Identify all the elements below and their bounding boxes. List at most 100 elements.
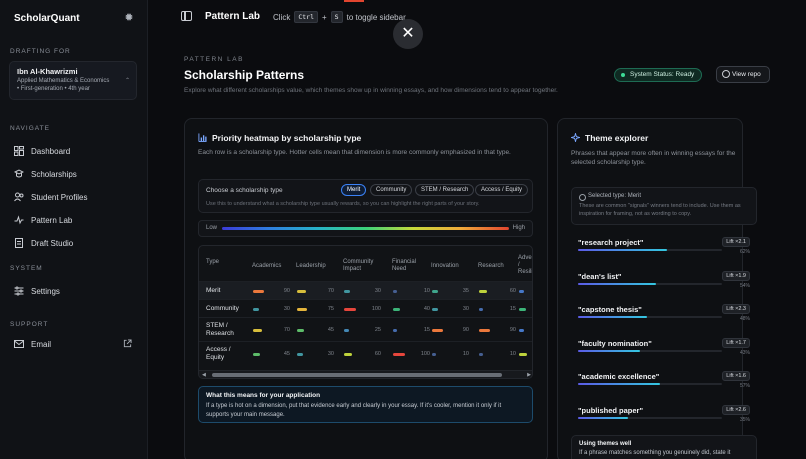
table-row[interactable]: STEM / Research 70 45 25 15 90 90	[199, 317, 532, 341]
nav-dashboard[interactable]: Dashboard	[14, 145, 70, 157]
theme-phrase-item[interactable]: "dean's list" Lift ×1.9 54%	[578, 270, 750, 302]
theme-toggle-icon[interactable]: ✹	[123, 12, 135, 24]
scroll-right-icon[interactable]: ▶	[527, 372, 531, 378]
table-row[interactable]: Access / Equity 45 30 60 100 10 10	[199, 341, 532, 365]
lift-badge: Lift ×2.1	[722, 237, 750, 247]
legend-gradient	[222, 227, 509, 230]
row-label: Community	[206, 305, 239, 312]
nav-scholarships[interactable]: Scholarships	[14, 168, 77, 180]
theme-phrase-item[interactable]: "published paper" Lift ×2.6 35%	[578, 404, 750, 436]
horizontal-scrollbar[interactable]: ◀ ▶	[199, 370, 532, 378]
navigate-heading: NAVIGATE	[10, 125, 50, 132]
heat-cell	[432, 290, 439, 293]
nav-draft-studio-label: Draft Studio	[31, 238, 74, 248]
close-icon[interactable]: ✕	[393, 19, 423, 49]
external-link-icon[interactable]	[123, 339, 132, 348]
selected-type-note: These are common "signals" winners tend …	[579, 203, 741, 217]
phrase-text: "faculty nomination"	[578, 338, 652, 348]
heatmap-title: Priority heatmap by scholarship type	[198, 133, 361, 143]
lift-badge: Lift ×2.3	[722, 304, 750, 314]
theme-phrase-item[interactable]: "academic excellence" Lift ×1.6 57%	[578, 371, 750, 402]
theme-phrase-item[interactable]: "research project" Lift ×2.1 62%	[578, 237, 750, 268]
type-chip-access-equity[interactable]: Access / Equity	[475, 184, 529, 196]
phrase-frequency-track	[578, 416, 722, 419]
table-row[interactable]: Merit 90 70 30 10 35 60	[199, 281, 532, 299]
view-repo-button[interactable]: View repo	[716, 66, 770, 83]
using-themes-box: Using themes well If a phrase matches so…	[571, 435, 757, 459]
phrase-frequency-pct: 54%	[739, 282, 750, 289]
heat-cell-value: 45	[327, 327, 334, 333]
brand-logo[interactable]: ScholarQuant	[14, 13, 80, 24]
hint-key-ctrl: Ctrl	[294, 11, 318, 23]
scroll-thumb[interactable]	[212, 373, 502, 377]
selected-type-label: Selected type: Merit	[579, 193, 749, 201]
phrase-text: "research project"	[578, 238, 644, 247]
top-accent-strip	[344, 0, 364, 2]
topbar-title: Pattern Lab	[205, 11, 261, 22]
heat-cell	[519, 308, 526, 311]
column-header: Academics	[252, 263, 282, 269]
heat-cell	[432, 353, 436, 356]
scroll-left-icon[interactable]: ◀	[202, 372, 206, 378]
phrase-frequency-track	[578, 249, 722, 251]
nav-draft-studio[interactable]: Draft Studio	[14, 237, 73, 249]
page-subtitle: Explore what different scholarships valu…	[184, 87, 558, 94]
phrase-frequency-fill	[578, 282, 656, 285]
heat-legend: Low High	[198, 220, 533, 237]
heat-cell-value: 70	[327, 288, 334, 294]
lift-badge: Lift ×1.6	[722, 371, 750, 381]
phrase-frequency-pct: 48%	[739, 316, 750, 322]
heat-cell	[519, 329, 524, 332]
drafting-heading: DRAFTING FOR	[10, 48, 71, 55]
heat-cell	[297, 290, 307, 293]
heat-cell-value: 30	[283, 306, 290, 312]
phrase-frequency-fill	[578, 316, 648, 318]
hint-suffix: to toggle sidebar	[346, 12, 406, 22]
sidebar-toggle-icon[interactable]	[181, 11, 192, 21]
heat-cell-value: 30	[374, 288, 381, 294]
heat-cell-value: 30	[462, 306, 469, 312]
heat-cell	[479, 290, 488, 293]
meaning-title: What this means for your application	[206, 392, 321, 399]
theme-phrase-item[interactable]: "faculty nomination" Lift ×1.7 43%	[578, 337, 750, 369]
heat-cell	[253, 308, 259, 311]
nav-email[interactable]: Email	[14, 338, 51, 350]
heatmap-table: Type Academics Leadership Community Impact…	[198, 245, 533, 379]
heat-cell-value: 75	[327, 306, 334, 312]
heat-cell-value: 25	[374, 327, 381, 333]
type-chip-stem-research[interactable]: STEM / Research	[415, 184, 475, 196]
nav-email-label: Email	[31, 339, 52, 349]
nav-pattern-lab[interactable]: Pattern Lab	[14, 214, 72, 226]
table-row[interactable]: Community 30 75 100 40 30 15	[199, 299, 532, 317]
heat-cell	[479, 353, 483, 356]
heat-cell-value: 35	[462, 288, 469, 294]
heat-cell	[393, 308, 400, 311]
column-header: Community Impact	[343, 259, 374, 272]
heatmap-description: Each row is a scholarship type. Hotter c…	[198, 149, 511, 156]
theme-explorer-title: Theme explorer	[571, 133, 648, 143]
phrase-frequency-track	[578, 349, 722, 352]
theme-phrase-item[interactable]: "capstone thesis" Lift ×2.3 48%	[578, 304, 750, 335]
lift-badge: Lift ×2.6	[722, 404, 750, 415]
column-header: Leadership	[296, 263, 326, 269]
type-chooser: Choose a scholarship type Merit Communit…	[198, 179, 533, 213]
column-header-type: Type	[206, 259, 220, 265]
heat-cell-value: 60	[374, 351, 381, 357]
nav-student-profiles[interactable]: Student Profiles	[14, 191, 87, 203]
heat-cell-value: 10	[423, 288, 430, 294]
system-heading: SYSTEM	[10, 265, 43, 272]
profile-card[interactable]: Ibn Al-Khawrizmi Applied Mathematics & E…	[9, 61, 137, 100]
heat-cell-value: 70	[283, 327, 290, 333]
nav-student-profiles-label: Student Profiles	[31, 192, 88, 202]
row-label: Merit	[206, 287, 221, 294]
chooser-hint: Use this to understand what a scholarshi…	[206, 201, 480, 207]
type-chip-community[interactable]: Community	[370, 184, 413, 196]
heat-cell	[344, 290, 350, 293]
heat-cell-value: 100	[371, 306, 381, 312]
phrase-frequency-pct: 62%	[739, 249, 750, 255]
heat-cell	[344, 353, 353, 356]
type-chip-merit[interactable]: Merit	[341, 184, 367, 196]
github-icon	[722, 70, 730, 78]
nav-settings[interactable]: Settings	[14, 285, 60, 297]
phrase-frequency-pct: 43%	[739, 349, 750, 356]
